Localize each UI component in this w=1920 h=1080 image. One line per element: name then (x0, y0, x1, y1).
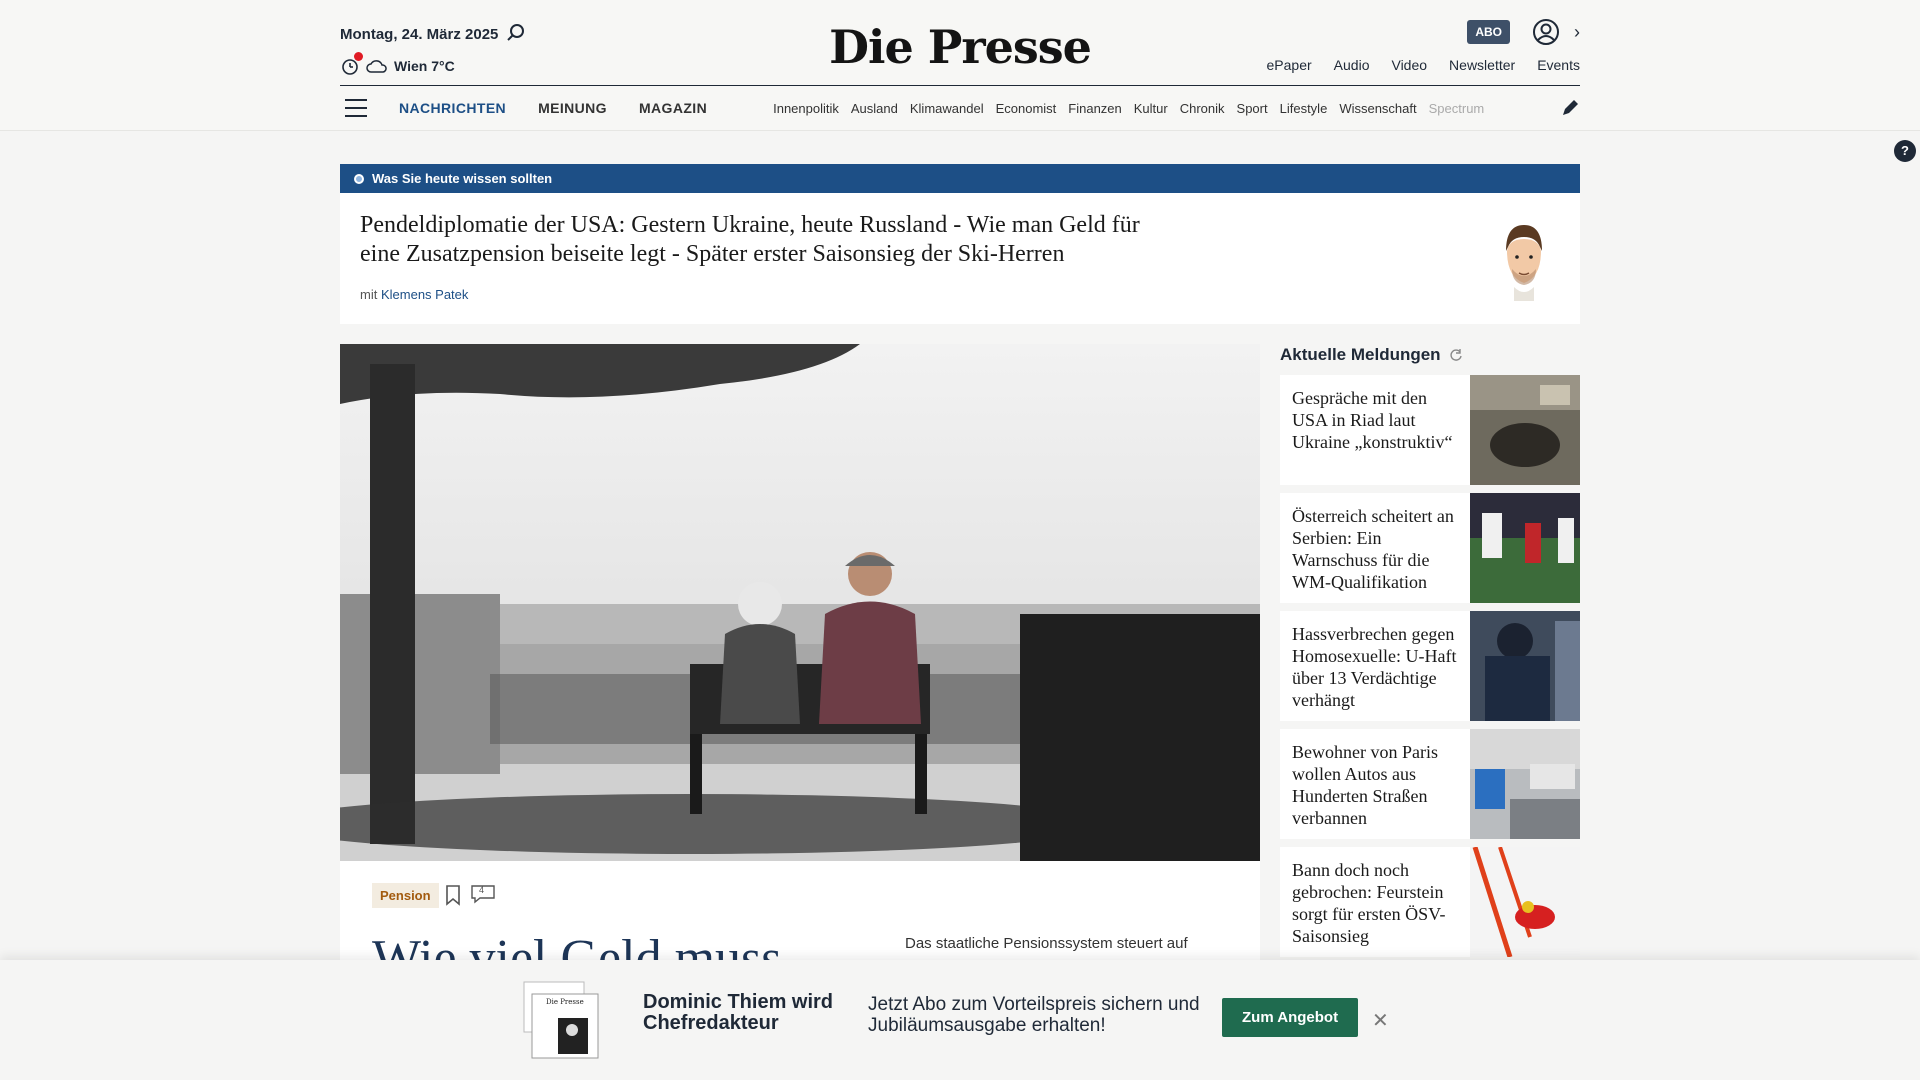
news-item[interactable]: Gespräche mit den USA in Riad laut Ukrai… (1280, 375, 1580, 485)
author-portrait-illustration (1506, 225, 1542, 301)
news-thumbnail (1470, 611, 1580, 721)
comment-icon[interactable]: 4 (470, 884, 496, 904)
hero-article-meta: Pension 4 Wie viel Geld muss Das staatli… (340, 861, 1260, 987)
link-video[interactable]: Video (1391, 57, 1427, 73)
link-audio[interactable]: Audio (1334, 57, 1370, 73)
subnav-finanzen[interactable]: Finanzen (1068, 101, 1121, 116)
news-thumbnail (1470, 729, 1580, 839)
user-account-icon[interactable] (1532, 18, 1560, 46)
hamburger-menu-icon[interactable] (345, 99, 367, 117)
banner-headline: Dominic Thiem wird Chefredakteur (643, 991, 834, 1034)
subnav-sport[interactable]: Sport (1237, 101, 1268, 116)
bookmark-icon[interactable] (445, 884, 461, 906)
news-item[interactable]: Österreich scheitert an Serbien: Ein War… (1280, 493, 1580, 603)
subnav-chronik[interactable]: Chronik (1180, 101, 1225, 116)
subnav-wissenschaft[interactable]: Wissenschaft (1339, 101, 1416, 116)
subnav-ausland[interactable]: Ausland (851, 101, 898, 116)
chevron-right-icon[interactable]: › (1574, 22, 1580, 43)
news-item-title: Österreich scheitert an Serbien: Ein War… (1292, 506, 1454, 592)
news-item[interactable]: Bewohner von Paris wollen Autos aus Hund… (1280, 729, 1580, 839)
main-navigation: NACHRICHTEN MEINUNG MAGAZIN Innenpolitik… (340, 86, 1580, 130)
site-header: Montag, 24. März 2025 Wien 7°C Die Press… (0, 0, 1920, 131)
offer-button[interactable]: Zum Angebot (1222, 998, 1359, 1037)
pencil-icon[interactable] (1560, 98, 1580, 118)
news-item[interactable]: Hassverbrechen gegen Homosexuelle: U-Haf… (1280, 611, 1580, 721)
briefing-bar[interactable]: Was Sie heute wissen sollten (340, 164, 1580, 193)
news-thumbnail (1470, 493, 1580, 603)
news-thumbnail (1470, 847, 1580, 957)
subscription-banner: Die Presse Dominic Thiem wird Chefredakt… (0, 960, 1920, 1080)
help-icon[interactable]: ? (1894, 140, 1916, 162)
link-newsletter[interactable]: Newsletter (1449, 57, 1515, 73)
banner-text: Jetzt Abo zum Vorteilspreis sichern und … (868, 994, 1200, 1036)
briefing-title[interactable]: Pendeldiplomatie der USA: Gestern Ukrain… (360, 211, 1180, 269)
refresh-icon[interactable] (1449, 348, 1463, 362)
author-link[interactable]: Klemens Patek (381, 287, 468, 302)
nav-meinung[interactable]: MEINUNG (538, 100, 607, 116)
link-epaper[interactable]: ePaper (1267, 57, 1312, 73)
comment-count: 4 (479, 885, 485, 895)
news-item[interactable]: Bann doch noch gebrochen: Feurstein sorg… (1280, 847, 1580, 957)
hero-image[interactable] (340, 344, 1260, 861)
subnav-lifestyle[interactable]: Lifestyle (1280, 101, 1328, 116)
category-tag[interactable]: Pension (372, 883, 439, 908)
link-events[interactable]: Events (1537, 57, 1580, 73)
briefing-label: Was Sie heute wissen sollten (372, 171, 553, 186)
top-links: ePaper Audio Video Newsletter Events (1267, 57, 1580, 73)
news-item-title: Gespräche mit den USA in Riad laut Ukrai… (1292, 388, 1453, 452)
live-dot-icon (354, 173, 364, 184)
close-icon[interactable]: ✕ (1372, 1008, 1389, 1033)
subnav-klimawandel[interactable]: Klimawandel (910, 101, 984, 116)
briefing-author: mit Klemens Patek (360, 287, 469, 302)
svg-text:Die Presse: Die Presse (546, 998, 584, 1006)
newspaper-illustration: Die Presse (523, 981, 599, 1059)
sidebar-title: Aktuelle Meldungen (1280, 345, 1463, 365)
nav-magazin[interactable]: MAGAZIN (639, 100, 707, 116)
subnav-innenpolitik[interactable]: Innenpolitik (773, 101, 839, 116)
subnav-spectrum[interactable]: Spectrum (1429, 101, 1485, 116)
subnav-economist[interactable]: Economist (996, 101, 1057, 116)
news-item-title: Bann doch noch gebrochen: Feurstein sorg… (1292, 860, 1446, 946)
nav-nachrichten[interactable]: NACHRICHTEN (399, 100, 506, 116)
news-item-title: Bewohner von Paris wollen Autos aus Hund… (1292, 742, 1438, 828)
abo-button[interactable]: ABO (1467, 20, 1510, 44)
subnav-kultur[interactable]: Kultur (1134, 101, 1168, 116)
news-thumbnail (1470, 375, 1580, 485)
news-item-title: Hassverbrechen gegen Homosexuelle: U-Haf… (1292, 624, 1457, 710)
briefing-card[interactable]: Pendeldiplomatie der USA: Gestern Ukrain… (340, 193, 1580, 324)
hero-teaser: Das staatliche Pensionssystem steuert au… (905, 935, 1188, 952)
